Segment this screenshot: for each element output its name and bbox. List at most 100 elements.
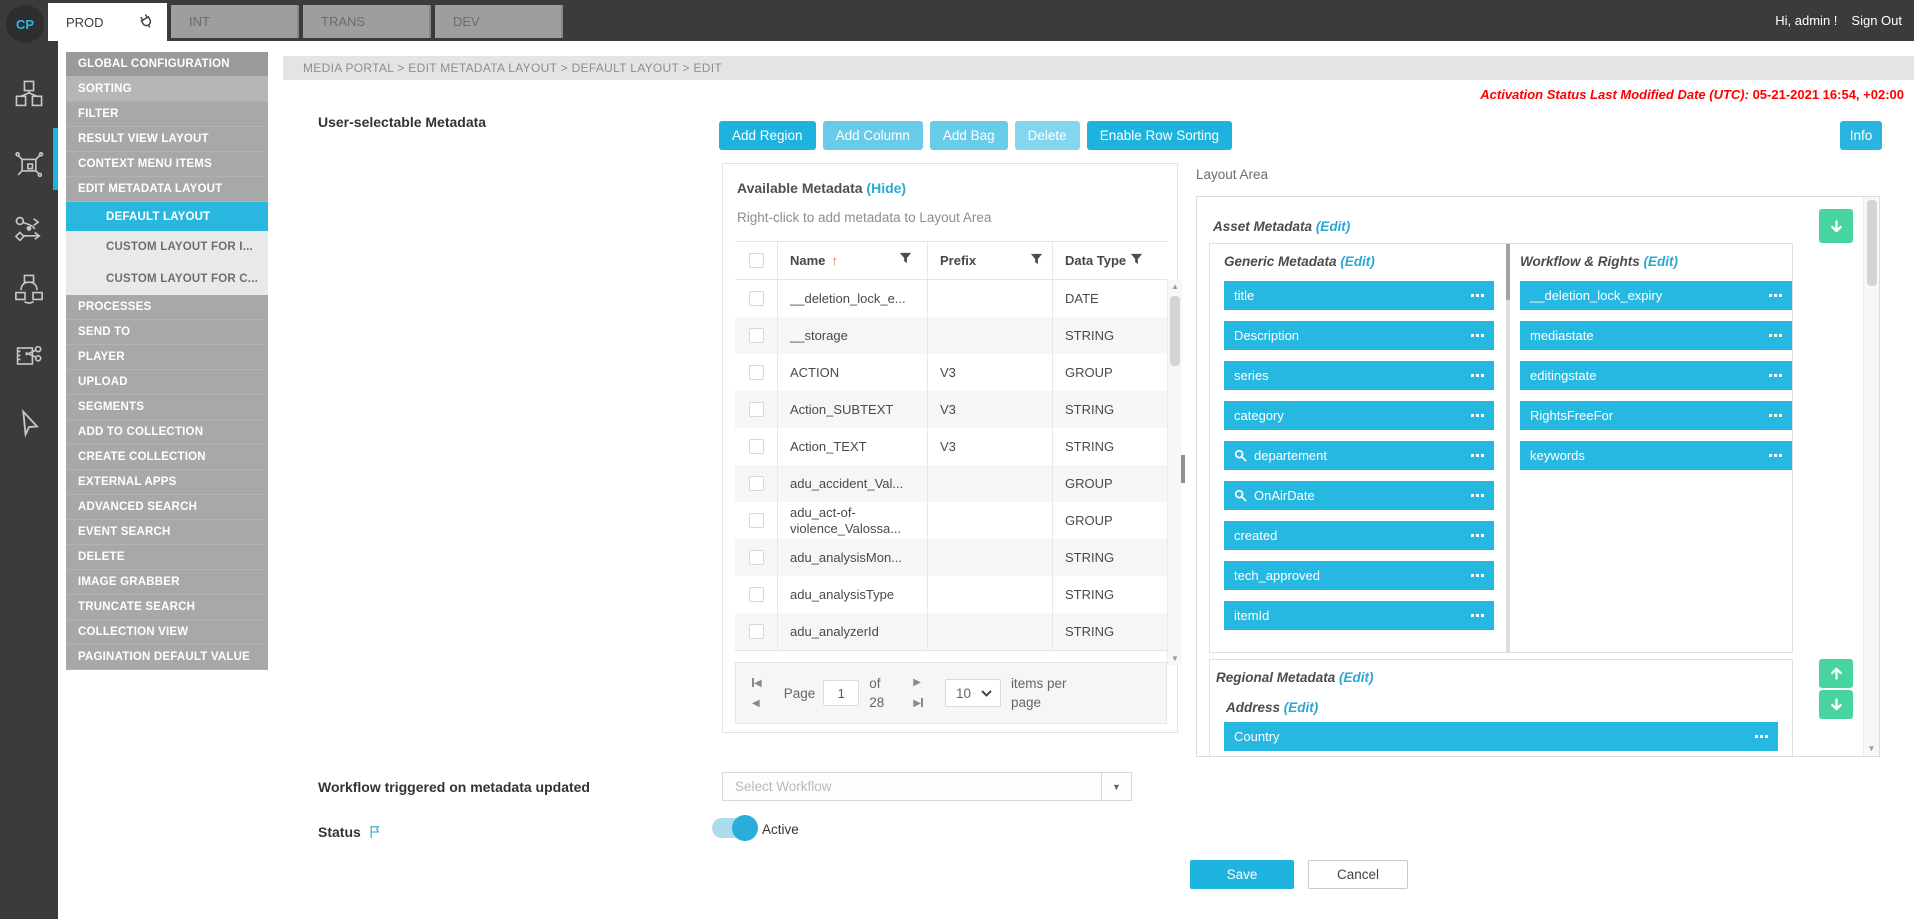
drag-handle-icon[interactable] [1471,414,1484,417]
pointer-icon[interactable] [13,407,45,439]
metadata-field-item[interactable]: OnAirDate [1224,481,1494,510]
sidebar-item[interactable]: PROCESSES [66,295,268,320]
scrollbar-thumb[interactable] [1867,200,1877,286]
status-toggle[interactable] [712,818,756,838]
row-checkbox[interactable] [749,513,764,528]
metadata-field-item[interactable]: Description [1224,321,1494,350]
metadata-config-icon[interactable] [13,148,45,180]
collection-icon[interactable] [13,272,45,304]
last-page-button[interactable]: ▶ [913,698,923,709]
table-row[interactable]: Action_SUBTEXT V3 STRING [735,391,1167,428]
drag-handle-icon[interactable] [1769,334,1782,337]
page-size-select[interactable]: 10 [945,679,1001,707]
table-row[interactable]: adu_accident_Val... GROUP [735,465,1167,502]
column-divider[interactable] [1506,244,1510,652]
hide-link[interactable]: (Hide) [866,180,906,196]
generic-metadata-edit-link[interactable]: (Edit) [1340,254,1375,269]
row-checkbox[interactable] [749,402,764,417]
column-header-datatype[interactable]: Data Type [1065,253,1126,268]
sidebar-item[interactable]: RESULT VIEW LAYOUT [66,127,268,152]
next-page-button[interactable]: ▶ [913,678,923,688]
metadata-field-item[interactable]: departement [1224,441,1494,470]
row-checkbox[interactable] [749,328,764,343]
sidebar-item[interactable]: EDIT METADATA LAYOUT [66,177,268,202]
drag-handle-icon[interactable] [1471,454,1484,457]
cancel-button[interactable]: Cancel [1308,860,1408,889]
toolbar-button[interactable]: Add Column [823,121,923,150]
table-row[interactable]: ACTION V3 GROUP [735,354,1167,391]
metadata-field-item[interactable]: __deletion_lock_expiry [1520,281,1792,310]
metadata-field-item[interactable]: Country [1224,722,1778,751]
table-row[interactable]: adu_analyzerId STRING [735,613,1167,650]
drag-handle-icon[interactable] [1471,614,1484,617]
environment-tab[interactable]: DEV [435,5,563,38]
row-checkbox[interactable] [749,624,764,639]
sidebar-item[interactable]: ADD TO COLLECTION [66,420,268,445]
metadata-field-item[interactable]: created [1224,521,1494,550]
asset-metadata-edit-link[interactable]: (Edit) [1316,219,1351,234]
table-row[interactable]: adu_analysisMon... STRING [735,539,1167,576]
sidebar-item[interactable]: DEFAULT LAYOUT [66,202,268,231]
drag-handle-icon[interactable] [1471,574,1484,577]
sidebar-item[interactable]: EVENT SEARCH [66,520,268,545]
environment-tab[interactable]: PROD [48,3,167,41]
row-checkbox[interactable] [749,587,764,602]
table-row[interactable]: __storage STRING [735,317,1167,354]
sidebar-item[interactable]: PAGINATION DEFAULT VALUE [66,645,268,670]
metadata-field-item[interactable]: tech_approved [1224,561,1494,590]
metadata-field-item[interactable]: series [1224,361,1494,390]
drag-handle-icon[interactable] [1769,414,1782,417]
sidebar-item[interactable]: EXTERNAL APPS [66,470,268,495]
sidebar-item[interactable]: TRUNCATE SEARCH [66,595,268,620]
environment-tab[interactable]: TRANS [303,5,431,38]
info-button[interactable]: Info [1840,121,1882,150]
move-down-button[interactable] [1819,209,1853,243]
modules-icon[interactable] [13,78,45,110]
sidebar-item[interactable]: CUSTOM LAYOUT FOR I... [66,231,268,263]
table-row[interactable]: adu_analysisType STRING [735,576,1167,613]
avatar[interactable]: CP [6,5,44,43]
sidebar-item[interactable]: ADVANCED SEARCH [66,495,268,520]
sidebar-item[interactable]: CONTEXT MENU ITEMS [66,152,268,177]
sidebar-item[interactable]: SORTING [66,77,268,102]
media-clip-icon[interactable] [13,340,45,372]
row-checkbox[interactable] [749,439,764,454]
sidebar-item[interactable]: SEGMENTS [66,395,268,420]
address-edit-link[interactable]: (Edit) [1284,700,1319,715]
column-header-name[interactable]: Name [790,253,825,269]
sidebar-item[interactable]: FILTER [66,102,268,127]
toolbar-button[interactable]: Delete [1015,121,1080,150]
drag-handle-icon[interactable] [1471,494,1484,497]
metadata-field-item[interactable]: editingstate [1520,361,1792,390]
toolbar-button[interactable]: Add Region [719,121,816,150]
regional-metadata-edit-link[interactable]: (Edit) [1339,670,1374,685]
sidebar-item[interactable]: CREATE COLLECTION [66,445,268,470]
row-checkbox[interactable] [749,476,764,491]
metadata-field-item[interactable]: category [1224,401,1494,430]
drag-handle-icon[interactable] [1471,374,1484,377]
scroll-down-icon[interactable]: ▼ [1168,654,1182,663]
scrollbar-thumb[interactable] [1170,296,1180,366]
sidebar-item[interactable]: CUSTOM LAYOUT FOR C... [66,263,268,295]
toolbar-button[interactable]: Add Bag [930,121,1008,150]
column-header-prefix[interactable]: Prefix [940,253,976,268]
toolbar-button[interactable]: Enable Row Sorting [1087,121,1232,150]
filter-icon[interactable] [899,252,912,269]
page-number-input[interactable] [823,680,859,706]
layout-area-scrollbar[interactable]: ▼ [1863,197,1879,756]
filter-icon[interactable] [1030,253,1043,269]
select-all-checkbox[interactable] [749,253,764,268]
sidebar-item[interactable]: SEND TO [66,320,268,345]
panel-splitter-handle[interactable] [1181,455,1185,483]
metadata-field-item[interactable]: itemId [1224,601,1494,630]
drag-handle-icon[interactable] [1755,735,1768,738]
workflow-icon[interactable] [13,213,45,245]
previous-page-button[interactable]: ◀ [752,699,762,709]
sidebar-item[interactable]: PLAYER [66,345,268,370]
row-checkbox[interactable] [749,365,764,380]
first-page-button[interactable]: ◀ [752,678,762,689]
metadata-field-item[interactable]: RightsFreeFor [1520,401,1792,430]
sidebar-item[interactable]: IMAGE GRABBER [66,570,268,595]
table-row[interactable]: __deletion_lock_e... DATE [735,280,1167,317]
move-section-down-button[interactable] [1819,690,1853,719]
